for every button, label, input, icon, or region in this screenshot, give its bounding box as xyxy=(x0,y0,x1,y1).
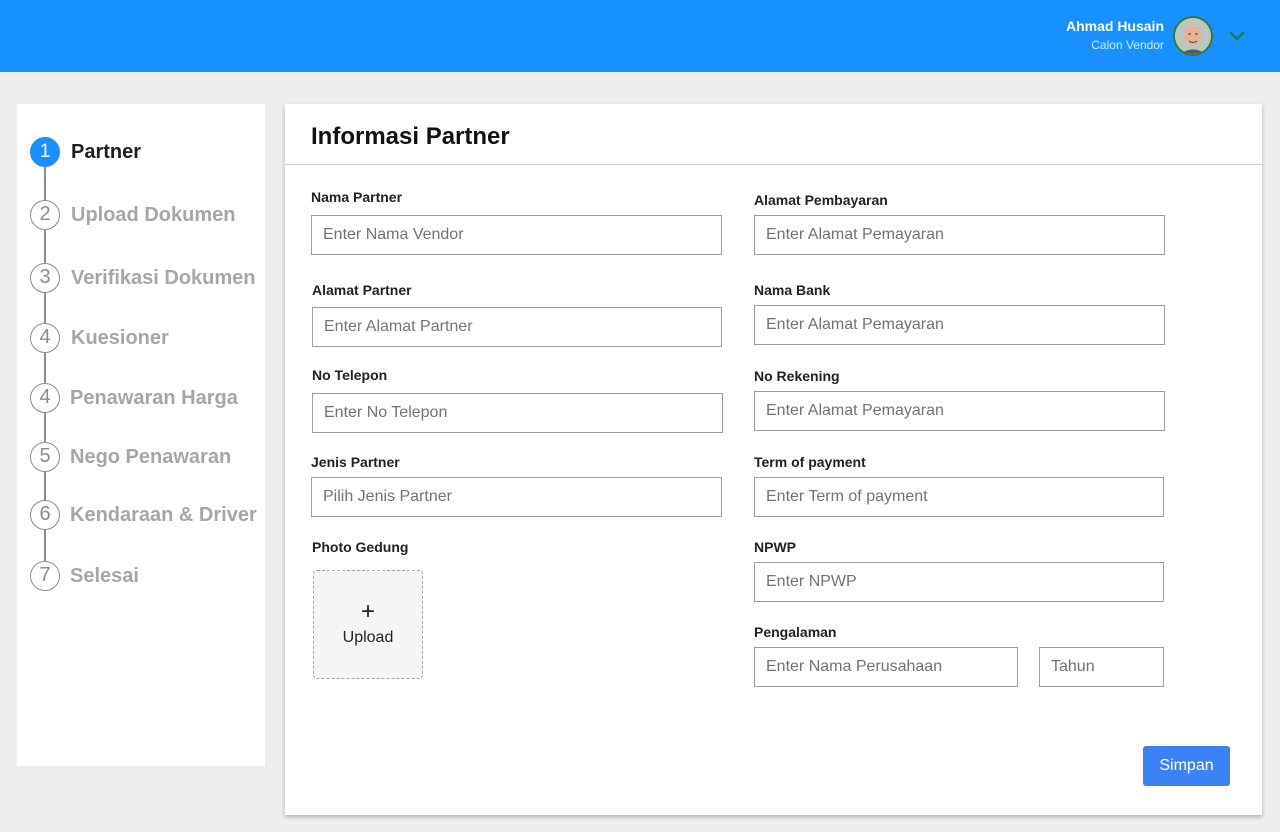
avatar[interactable] xyxy=(1173,16,1213,56)
step-connector xyxy=(44,472,46,500)
nama-partner-label: Nama Partner xyxy=(311,189,403,205)
photo-upload-button[interactable]: + Upload xyxy=(313,570,423,679)
step-number: 2 xyxy=(30,200,60,230)
step-label: Penawaran Harga xyxy=(70,387,238,409)
nama-perusahaan-input[interactable] xyxy=(754,647,1018,687)
jenis-partner-select[interactable] xyxy=(311,477,722,517)
user-name: Ahmad Husain xyxy=(1065,18,1164,34)
step-connector xyxy=(44,167,46,200)
step-number: 4 xyxy=(30,323,60,353)
tahun-input[interactable] xyxy=(1039,647,1164,687)
step-label: Nego Penawaran xyxy=(70,446,232,468)
nama-bank-label: Nama Bank xyxy=(754,282,831,298)
page-title: Informasi Partner xyxy=(311,123,510,150)
step-number: 1 xyxy=(30,137,60,167)
step-connector xyxy=(44,230,46,263)
top-bar: Ahmad Husain Calon Vendor xyxy=(0,0,1280,72)
step-number: 4 xyxy=(30,383,60,413)
plus-icon: + xyxy=(360,598,375,625)
pengalaman-label: Pengalaman xyxy=(754,624,837,640)
npwp-label: NPWP xyxy=(754,539,796,555)
step-number: 6 xyxy=(30,500,60,530)
term-of-payment-input[interactable] xyxy=(754,477,1164,517)
user-info: Ahmad Husain Calon Vendor xyxy=(1066,18,1164,53)
step-number: 7 xyxy=(30,561,60,591)
no-rekening-label: No Rekening xyxy=(754,368,840,384)
step-number: 5 xyxy=(30,442,60,472)
step-label: Kuesioner xyxy=(71,327,169,349)
step-label: Upload Dokumen xyxy=(71,204,236,226)
user-role: Calon Vendor xyxy=(1091,38,1164,52)
no-telepon-label: No Telepon xyxy=(312,367,388,383)
step-connector xyxy=(44,413,46,442)
step-label: Selesai xyxy=(70,565,139,587)
title-divider xyxy=(285,164,1262,165)
nama-partner-input[interactable] xyxy=(311,215,722,255)
step-connector xyxy=(44,530,46,561)
jenis-partner-label: Jenis Partner xyxy=(311,454,400,470)
step-label: Verifikasi Dokumen xyxy=(71,267,256,289)
chevron-down-icon[interactable] xyxy=(1228,27,1246,45)
step-label: Partner xyxy=(71,141,142,163)
term-of-payment-label: Term of payment xyxy=(754,454,866,470)
avatar-image xyxy=(1175,18,1211,54)
save-button[interactable]: Simpan xyxy=(1143,746,1230,786)
no-telepon-input[interactable] xyxy=(312,393,723,433)
step-number: 3 xyxy=(30,263,60,293)
nama-bank-input[interactable] xyxy=(754,305,1165,345)
alamat-partner-label: Alamat Partner xyxy=(312,282,412,298)
step-connector xyxy=(44,353,46,383)
step-connector xyxy=(44,293,46,323)
no-rekening-input[interactable] xyxy=(754,391,1165,431)
upload-label: Upload xyxy=(342,629,394,646)
photo-gedung-label: Photo Gedung xyxy=(312,539,409,555)
alamat-pembayaran-input[interactable] xyxy=(754,215,1165,255)
npwp-input[interactable] xyxy=(754,562,1164,602)
step-label: Kendaraan & Driver xyxy=(70,504,257,526)
alamat-partner-input[interactable] xyxy=(312,307,722,347)
alamat-pembayaran-label: Alamat Pembayaran xyxy=(754,192,888,208)
